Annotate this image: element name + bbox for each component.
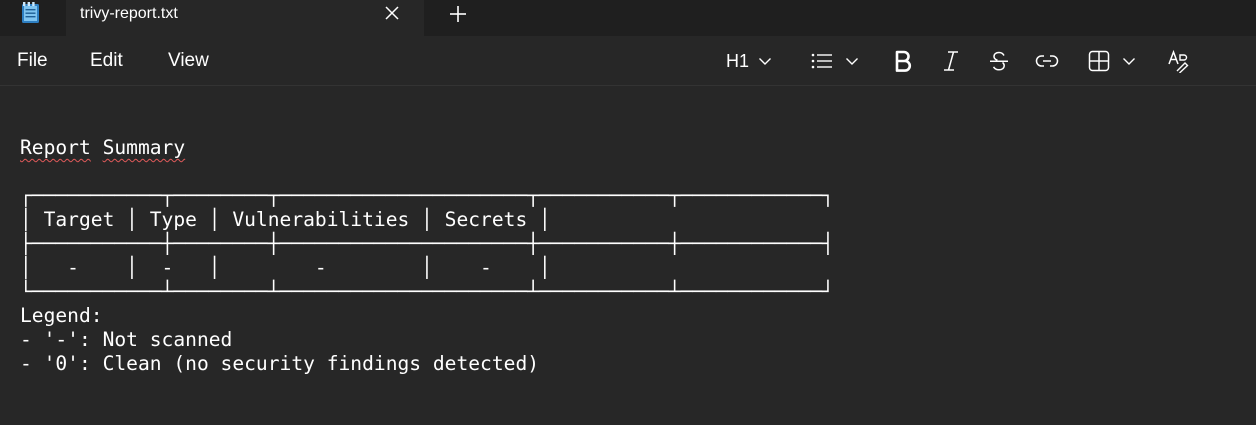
chevron-down-icon bbox=[845, 56, 859, 66]
heading-dropdown[interactable]: H1 bbox=[726, 48, 772, 74]
chevron-down-icon bbox=[758, 56, 772, 66]
table-header-row: │ Target │ Type │ Vulnerabilities │ Secr… bbox=[20, 208, 551, 231]
legend-heading: Legend: bbox=[20, 304, 103, 327]
menu-file[interactable]: File bbox=[17, 49, 48, 73]
doc-title-word-summary: Summary bbox=[102, 136, 186, 159]
close-icon[interactable] bbox=[382, 3, 402, 23]
legend-not-scanned: - '-': Not scanned bbox=[20, 328, 233, 351]
menu-view[interactable]: View bbox=[168, 49, 209, 73]
new-tab-icon[interactable] bbox=[447, 3, 469, 25]
chevron-down-icon bbox=[1122, 56, 1136, 66]
notepad-icon bbox=[20, 2, 42, 24]
legend-clean: - '0': Clean (no security findings detec… bbox=[20, 352, 540, 375]
text-editor[interactable]: Report Summary ┌───────────┬────────┬───… bbox=[0, 86, 1256, 425]
italic-button[interactable] bbox=[941, 48, 961, 74]
spellcheck-button[interactable] bbox=[1167, 48, 1191, 74]
doc-title-word-report: Report bbox=[20, 136, 91, 159]
strikethrough-button[interactable] bbox=[988, 48, 1010, 74]
strikethrough-icon bbox=[988, 50, 1010, 72]
italic-icon bbox=[941, 50, 961, 72]
bold-icon bbox=[893, 50, 913, 72]
heading-label: H1 bbox=[726, 50, 750, 71]
table-icon bbox=[1088, 50, 1110, 72]
menu-edit[interactable]: Edit bbox=[90, 49, 123, 73]
menu-bar: File Edit View H1 bbox=[0, 36, 1256, 86]
document-content: Report Summary ┌───────────┬────────┬───… bbox=[20, 136, 834, 376]
table-data-row: │ - │ - │ - │ - │ bbox=[20, 256, 551, 279]
list-dropdown[interactable] bbox=[811, 48, 859, 74]
link-button[interactable] bbox=[1035, 48, 1059, 74]
title-bar: trivy-report.txt bbox=[0, 0, 1256, 36]
bulleted-list-icon bbox=[811, 52, 833, 70]
table-bottom-border: └───────────┴────────┴──────────────────… bbox=[20, 280, 834, 303]
tab-trivy-report[interactable]: trivy-report.txt bbox=[66, 0, 424, 36]
table-top-border: ┌───────────┬────────┬──────────────────… bbox=[20, 184, 834, 207]
table-dropdown[interactable] bbox=[1088, 48, 1136, 74]
spellcheck-icon bbox=[1167, 49, 1191, 73]
table-separator: ├───────────┼────────┼──────────────────… bbox=[20, 232, 834, 255]
bold-button[interactable] bbox=[893, 48, 913, 74]
tab-title: trivy-report.txt bbox=[80, 5, 178, 22]
link-icon bbox=[1035, 52, 1059, 70]
